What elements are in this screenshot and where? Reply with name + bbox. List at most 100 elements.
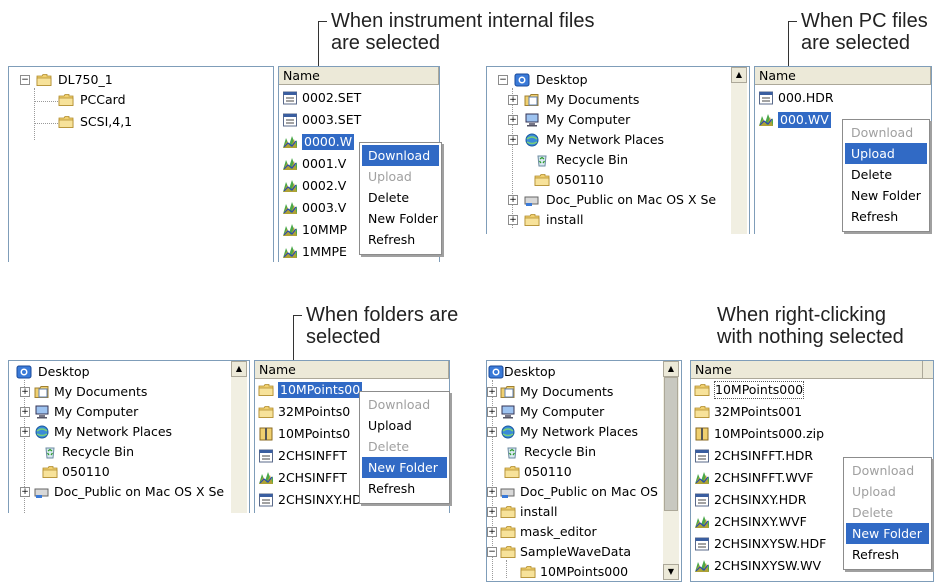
expand-icon[interactable]: + bbox=[508, 95, 518, 105]
menu-item-upload[interactable]: Upload bbox=[846, 481, 929, 502]
computer-icon bbox=[34, 405, 50, 419]
name-column-header[interactable]: Name bbox=[755, 67, 931, 84]
collapse-icon[interactable]: − bbox=[20, 75, 30, 85]
expand-icon[interactable]: + bbox=[20, 487, 30, 497]
menu-item-new-folder[interactable]: New Folder bbox=[845, 185, 927, 206]
expand-icon[interactable]: + bbox=[508, 135, 518, 145]
column-header[interactable]: Name bbox=[755, 67, 931, 85]
expand-icon[interactable]: + bbox=[20, 407, 30, 417]
caption-leader-1 bbox=[318, 21, 319, 66]
settings-file-icon bbox=[282, 113, 298, 127]
computer-icon bbox=[524, 113, 540, 127]
folder-icon bbox=[36, 73, 52, 87]
waveform-file-icon bbox=[694, 515, 710, 529]
header-file-icon bbox=[694, 537, 710, 551]
folder-icon bbox=[500, 545, 516, 559]
caption-leader-2-tick bbox=[788, 21, 797, 22]
expand-icon[interactable]: + bbox=[487, 407, 497, 417]
caption-leader-3-tick bbox=[293, 315, 302, 316]
caption-folders: When folders are selected bbox=[306, 304, 459, 348]
desktop-icon bbox=[16, 365, 32, 379]
scroll-thumb[interactable] bbox=[664, 377, 678, 511]
menu-item-upload[interactable]: Upload bbox=[362, 415, 447, 436]
expand-icon[interactable]: + bbox=[487, 427, 497, 437]
panel2-tree: ▲ − Desktop + My Documents + My Computer… bbox=[486, 66, 750, 234]
menu-item-download[interactable]: Download bbox=[362, 145, 439, 166]
menu-item-upload[interactable]: Upload bbox=[845, 143, 927, 164]
waveform-file-icon bbox=[258, 471, 274, 485]
collapse-icon[interactable]: − bbox=[487, 547, 497, 557]
expand-icon[interactable]: + bbox=[487, 507, 497, 517]
menu-item-delete[interactable]: Delete bbox=[362, 436, 447, 457]
caption-pc-files: When PC files are selected bbox=[801, 10, 928, 54]
folder-icon bbox=[694, 383, 710, 397]
network-icon bbox=[34, 425, 50, 439]
menu-item-upload[interactable]: Upload bbox=[362, 166, 439, 187]
menu-item-download[interactable]: Download bbox=[845, 122, 927, 143]
expand-icon[interactable]: + bbox=[487, 387, 497, 397]
expand-icon[interactable]: + bbox=[508, 195, 518, 205]
name-column-header[interactable]: Name bbox=[279, 67, 439, 84]
menu-item-new-folder[interactable]: New Folder bbox=[846, 523, 929, 544]
expand-icon[interactable]: + bbox=[20, 427, 30, 437]
collapse-icon[interactable]: − bbox=[498, 75, 508, 85]
expand-icon[interactable]: + bbox=[508, 215, 518, 225]
menu-item-delete[interactable]: Delete bbox=[362, 187, 439, 208]
expand-icon[interactable]: + bbox=[487, 527, 497, 537]
folder-icon bbox=[58, 93, 74, 107]
header-file-icon bbox=[258, 449, 274, 463]
folder-icon bbox=[258, 405, 274, 419]
folder-icon bbox=[500, 525, 516, 539]
vertical-scrollbar[interactable]: ▲ bbox=[731, 67, 747, 234]
caption-nothing-selected: When right-clicking with nothing selected bbox=[717, 304, 904, 348]
caption-leader-1-tick bbox=[318, 21, 327, 22]
tree-item-pccard[interactable]: PCCard bbox=[58, 90, 258, 110]
desktop-icon bbox=[514, 73, 530, 87]
vertical-scrollbar[interactable]: ▲ ▼ bbox=[663, 361, 679, 580]
menu-item-new-folder[interactable]: New Folder bbox=[362, 457, 447, 478]
recycle-bin-icon bbox=[534, 153, 550, 167]
expand-icon[interactable]: + bbox=[508, 115, 518, 125]
waveform-file-icon bbox=[282, 135, 298, 149]
waveform-file-icon bbox=[694, 559, 710, 573]
network-icon bbox=[524, 133, 540, 147]
menu-item-refresh[interactable]: Refresh bbox=[846, 544, 929, 565]
menu-item-refresh[interactable]: Refresh bbox=[362, 229, 439, 250]
name-column-header[interactable]: Name bbox=[255, 361, 449, 378]
desktop-icon bbox=[488, 365, 504, 379]
scroll-up-button[interactable]: ▲ bbox=[231, 361, 247, 377]
name-column-header[interactable]: Name bbox=[691, 361, 923, 378]
scroll-down-button[interactable]: ▼ bbox=[663, 564, 679, 580]
expand-icon[interactable]: + bbox=[487, 487, 497, 497]
my-documents-icon bbox=[524, 93, 540, 107]
folder-icon bbox=[500, 505, 516, 519]
network-drive-icon bbox=[524, 193, 540, 207]
header-file-icon bbox=[758, 91, 774, 105]
scroll-up-button[interactable]: ▲ bbox=[731, 67, 747, 83]
folder-icon bbox=[694, 405, 710, 419]
folder-icon bbox=[258, 383, 274, 397]
my-documents-icon bbox=[500, 385, 516, 399]
folder-icon bbox=[504, 465, 520, 479]
menu-item-refresh[interactable]: Refresh bbox=[362, 478, 447, 499]
menu-item-new-folder[interactable]: New Folder bbox=[362, 208, 439, 229]
settings-file-icon bbox=[282, 91, 298, 105]
menu-item-download[interactable]: Download bbox=[362, 394, 447, 415]
column-header[interactable]: Name bbox=[255, 361, 449, 379]
menu-item-download[interactable]: Download bbox=[846, 460, 929, 481]
expand-icon[interactable]: + bbox=[20, 387, 30, 397]
waveform-file-icon bbox=[282, 201, 298, 215]
menu-item-delete[interactable]: Delete bbox=[846, 502, 929, 523]
network-drive-icon bbox=[34, 485, 50, 499]
column-header[interactable]: Name bbox=[279, 67, 439, 85]
header-file-icon bbox=[694, 449, 710, 463]
menu-item-delete[interactable]: Delete bbox=[845, 164, 927, 185]
tree-item-scsi[interactable]: SCSI,4,1 bbox=[58, 112, 258, 132]
vertical-scrollbar[interactable]: ▲ bbox=[231, 361, 247, 513]
column-header[interactable]: Name bbox=[691, 361, 933, 379]
caption-instrument-files: When instrument internal files are select… bbox=[331, 10, 595, 54]
panel4-tree: ▲ ▼ Desktop + My Documents + My Computer… bbox=[486, 360, 682, 582]
scroll-up-button[interactable]: ▲ bbox=[663, 361, 679, 377]
tree-item-dl750[interactable]: − DL750_1 bbox=[18, 70, 218, 90]
menu-item-refresh[interactable]: Refresh bbox=[845, 206, 927, 227]
